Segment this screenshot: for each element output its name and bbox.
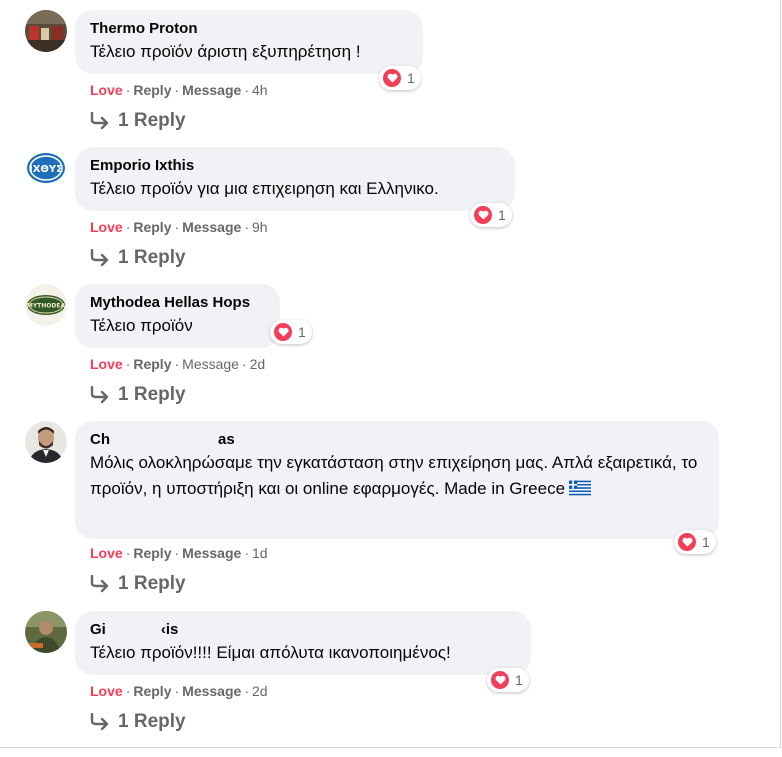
timestamp[interactable]: 4h xyxy=(252,82,268,98)
author-name-end: as xyxy=(218,431,235,448)
love-button[interactable]: Love xyxy=(90,545,123,561)
comment-bubble: Mythodea Hellas Hops Τέλειο προϊόν xyxy=(75,284,280,348)
view-replies-button[interactable]: 1 Reply xyxy=(90,110,186,132)
reply-arrow-icon xyxy=(90,112,109,130)
reaction-summary[interactable]: 1 xyxy=(487,668,529,692)
heart-icon xyxy=(473,205,493,225)
reaction-summary[interactable]: 1 xyxy=(674,530,716,554)
heart-icon xyxy=(677,532,697,552)
reply-arrow-icon xyxy=(90,713,109,731)
comment-actions: Love · Reply · Message · 2d xyxy=(90,356,266,372)
comment-actions: Love · Reply · Message · 1d xyxy=(90,545,268,561)
message-button[interactable]: Message xyxy=(182,219,241,235)
comment-actions: Love · Reply · Message · 2d xyxy=(90,683,268,699)
timestamp[interactable]: 9h xyxy=(252,219,268,235)
view-replies-button[interactable]: 1 Reply xyxy=(90,711,186,733)
replies-count: 1 Reply xyxy=(118,247,186,268)
comment-actions: Love · Reply · Message · 4h xyxy=(90,82,268,98)
reply-button[interactable]: Reply xyxy=(133,219,171,235)
comment-bubble: Thermo Proton Τέλειο προϊόν άριστη εξυπη… xyxy=(75,10,423,74)
replies-count: 1 Reply xyxy=(118,384,186,405)
ichthys-logo-avatar-icon: ΙΧΘΥΣ xyxy=(25,147,67,189)
store-photo-avatar-icon xyxy=(25,10,67,52)
avatar[interactable] xyxy=(25,611,67,653)
reply-arrow-icon xyxy=(90,575,109,593)
mythodea-logo-avatar-icon: MYTHODEA xyxy=(25,284,67,326)
avatar[interactable] xyxy=(25,10,67,52)
comment-author[interactable]: Ch as xyxy=(90,430,705,450)
replies-count: 1 Reply xyxy=(118,110,186,131)
comment-actions: Love · Reply · Message · 9h xyxy=(90,219,268,235)
reply-arrow-icon xyxy=(90,386,109,404)
reaction-count: 1 xyxy=(498,207,506,223)
love-button[interactable]: Love xyxy=(90,683,123,699)
replies-count: 1 Reply xyxy=(118,573,186,594)
svg-text:MYTHODEA: MYTHODEA xyxy=(27,303,66,310)
avatar[interactable]: MYTHODEA xyxy=(25,284,67,326)
reaction-count: 1 xyxy=(515,672,523,688)
comment-text: Τέλειο προϊόν!!!! Είμαι απόλυτα ικανοποι… xyxy=(90,643,451,662)
comment-bubble: Emporio Ixthis Τέλειο προϊόν για μια επι… xyxy=(75,147,515,211)
avatar[interactable]: ΙΧΘΥΣ xyxy=(25,147,67,189)
comment-text: Τέλειο προϊόν για μια επιχειρηση και Ελλ… xyxy=(90,179,439,198)
reaction-count: 1 xyxy=(298,324,306,340)
message-button[interactable]: Message xyxy=(182,545,241,561)
greece-flag-icon xyxy=(569,478,592,504)
comment-author[interactable]: Thermo Proton xyxy=(90,19,409,39)
replies-count: 1 Reply xyxy=(118,711,186,732)
man-portrait-avatar-icon xyxy=(25,421,67,463)
view-replies-button[interactable]: 1 Reply xyxy=(90,247,186,269)
svg-text:ΙΧΘΥΣ: ΙΧΘΥΣ xyxy=(29,164,63,175)
reply-button[interactable]: Reply xyxy=(133,356,171,372)
message-button[interactable]: Message xyxy=(182,356,239,372)
author-name-end: ‹is xyxy=(160,621,179,638)
comment-author[interactable]: Gi ‹is xyxy=(90,620,517,640)
heart-icon xyxy=(382,68,402,88)
comment-author[interactable]: Mythodea Hellas Hops xyxy=(90,293,266,313)
comment-text: Τέλειο προϊόν xyxy=(90,316,193,335)
reply-button[interactable]: Reply xyxy=(133,545,171,561)
love-button[interactable]: Love xyxy=(90,82,123,98)
comment-text: Τέλειο προϊόν άριστη εξυπηρέτηση ! xyxy=(90,42,361,61)
heart-icon xyxy=(273,322,293,342)
reply-arrow-icon xyxy=(90,249,109,267)
love-button[interactable]: Love xyxy=(90,219,123,235)
heart-icon xyxy=(490,670,510,690)
timestamp[interactable]: 2d xyxy=(250,356,266,372)
reaction-summary[interactable]: 1 xyxy=(270,320,312,344)
avatar[interactable] xyxy=(25,421,67,463)
reply-button[interactable]: Reply xyxy=(133,683,171,699)
author-name-start: Gi xyxy=(90,621,106,638)
view-replies-button[interactable]: 1 Reply xyxy=(90,573,186,595)
view-replies-button[interactable]: 1 Reply xyxy=(90,384,186,406)
timestamp[interactable]: 2d xyxy=(252,683,268,699)
reply-button[interactable]: Reply xyxy=(133,82,171,98)
comment-bubble: Gi ‹is Τέλειο προϊόν!!!! Είμαι απόλυτα ικ… xyxy=(75,611,531,675)
author-name-start: Ch xyxy=(90,431,110,448)
timestamp[interactable]: 1d xyxy=(252,545,268,561)
love-button[interactable]: Love xyxy=(90,356,123,372)
person-outdoor-avatar-icon xyxy=(25,611,67,653)
message-button[interactable]: Message xyxy=(182,82,241,98)
reaction-summary[interactable]: 1 xyxy=(470,203,512,227)
reaction-count: 1 xyxy=(407,70,415,86)
message-button[interactable]: Message xyxy=(182,683,241,699)
comment-text: Μόλις ολοκληρώσαμε την εγκατάσταση στην … xyxy=(90,450,705,504)
comment-bubble: Ch as Μόλις ολοκληρώσαμε την εγκατάσταση … xyxy=(75,421,719,539)
reaction-summary[interactable]: 1 xyxy=(379,66,421,90)
reaction-count: 1 xyxy=(702,534,710,550)
comment-text-content: Μόλις ολοκληρώσαμε την εγκατάσταση στην … xyxy=(90,453,698,498)
comment-author[interactable]: Emporio Ixthis xyxy=(90,156,501,176)
